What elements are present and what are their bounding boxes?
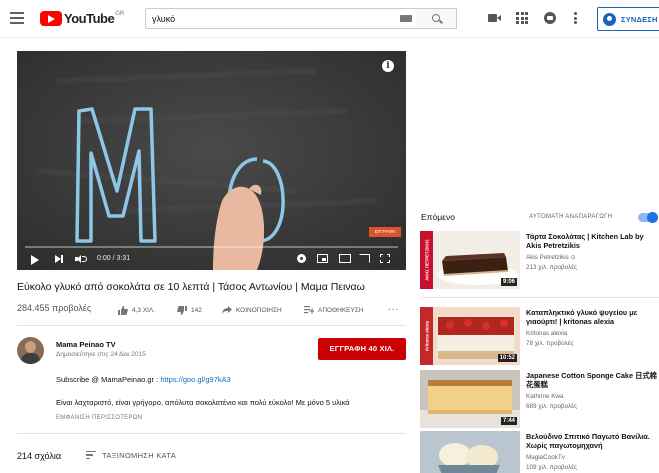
youtube-play-icon: [40, 10, 62, 26]
video-title: Βελούδινο Σπιτικό Παγωτό Βανίλια. Χωρίς …: [526, 432, 650, 450]
view-count: 78 χιλ. προβολές: [526, 340, 574, 347]
video-frame: [17, 51, 406, 270]
settings-gear-icon[interactable]: [297, 254, 306, 263]
video-thumbnail[interactable]: 7:44: [420, 370, 520, 428]
video-duration: 7:44: [500, 417, 517, 425]
video-duration: 10:52: [497, 354, 517, 362]
channel-name: Akis Petretzikis ⊙: [526, 254, 576, 261]
search-box: [145, 8, 457, 29]
account-icon: [603, 12, 616, 26]
video-player[interactable]: i ΕΓΓΡΑΦΗ 0:00 / 3:31: [17, 51, 406, 270]
recommended-video[interactable]: Βελούδινο Σπιτικό Παγωτό Βανίλια. Χωρίς …: [420, 431, 659, 473]
channel-name: MagiaCookTv: [526, 454, 565, 461]
share-label: ΚΟΙΝΟΠΟΙΗΣΗ: [236, 306, 282, 314]
show-more-button[interactable]: ΕΜΦΑΝΙΣΗ ΠΕΡΙΣΣΟΤΕΡΩΝ: [56, 415, 142, 421]
sort-icon: [86, 451, 96, 461]
apps-grid-icon[interactable]: [516, 12, 530, 24]
hamburger-menu-icon[interactable]: [10, 12, 24, 24]
cast-icon[interactable]: [359, 254, 370, 263]
more-actions-button[interactable]: ...: [388, 302, 399, 313]
search-input[interactable]: [146, 9, 416, 28]
view-count: 284.455 προβολές: [17, 303, 92, 313]
signin-button[interactable]: ΣΥΝΔΕΣΗ: [597, 7, 659, 31]
theater-mode-icon[interactable]: [339, 254, 351, 263]
top-bar: YouTube GR ΣΥΝΔΕΣΗ: [0, 0, 659, 38]
sort-label: ΤΑΞΙΝΟΜΗΣΗ ΚΑΤΑ: [102, 451, 177, 461]
save-button[interactable]: ΑΠΟΘΗΚΕΥΣΗ: [304, 306, 364, 314]
channel-avatar[interactable]: [17, 337, 44, 364]
thumbs-down-icon: [177, 306, 187, 315]
channel-name[interactable]: Mama Peinao TV: [56, 340, 116, 349]
video-thumbnail[interactable]: [420, 431, 520, 473]
video-title: Τάρτα Σοκολάτας | Kitchen Lab by Akis Pe…: [526, 232, 644, 250]
description-subscribe-text: Subscribe @ MamaPeinao.gr :: [56, 375, 161, 384]
vanilla-ice-cream-thumbnail: [420, 431, 520, 473]
subscribe-watermark[interactable]: ΕΓΓΡΑΦΗ: [369, 227, 401, 237]
player-controls: 0:00 / 3:31: [17, 250, 406, 270]
progress-bar[interactable]: [25, 246, 398, 248]
dislike-button[interactable]: 142: [177, 306, 202, 315]
comments-count: 214 σχόλια: [17, 451, 62, 461]
view-count: 109 χιλ. προβολές: [526, 464, 578, 471]
like-button[interactable]: 4,3 ΧΙΛ.: [118, 306, 155, 315]
dislike-count: 142: [191, 307, 202, 314]
channel-name: Kritonas alexia: [526, 330, 568, 337]
search-icon: [432, 14, 440, 22]
play-icon[interactable]: [31, 255, 39, 265]
video-thumbnail[interactable]: Kritonas alexia 10:52: [420, 307, 520, 365]
autoplay-toggle[interactable]: [638, 212, 658, 223]
signin-label: ΣΥΝΔΕΣΗ: [621, 14, 658, 24]
keyboard-icon[interactable]: [400, 15, 412, 22]
miniplayer-icon[interactable]: [317, 254, 328, 263]
video-title: Εύκολο γλυκό από σοκολάτα σε 10 λεπτά | …: [17, 281, 365, 293]
up-next-label: Επόμενο: [421, 212, 455, 222]
info-icon[interactable]: i: [382, 60, 394, 72]
description-link[interactable]: https://goo.gl/g97kA3: [160, 375, 230, 384]
divider: [17, 325, 406, 326]
description-line-1: Subscribe @ MamaPeinao.gr : https://goo.…: [56, 375, 231, 384]
recommended-video[interactable]: ΑΚΗΣ ΠΕΤΡΕΤΖΙΚΗΣ 9:06 Τάρτα Σοκολάτας | …: [420, 231, 659, 293]
search-button[interactable]: [416, 8, 457, 29]
description-line-2: Είναι λαχταριστό, είναι γρήγορο, απόλυτα…: [56, 398, 350, 407]
video-title: Japanese Cotton Sponge Cake 日式棉花蛋糕: [526, 371, 657, 389]
create-video-icon[interactable]: [488, 12, 502, 24]
video-thumbnail[interactable]: ΑΚΗΣ ΠΕΤΡΕΤΖΙΚΗΣ 9:06: [420, 231, 520, 289]
share-arrow-icon: [222, 306, 232, 314]
video-duration: 9:06: [500, 278, 517, 286]
autoplay-label: ΑΥΤΟΜΑΤΗ ΑΝΑΠΑΡΑΓΩΓΗ: [529, 214, 613, 220]
playlist-add-icon: [304, 306, 314, 314]
time-display: 0:00 / 3:31: [97, 255, 131, 262]
publish-date: Δημοσιεύτηκε στις 24 Δεκ 2015: [56, 351, 146, 358]
sort-comments-button[interactable]: ΤΑΞΙΝΟΜΗΣΗ ΚΑΤΑ: [86, 451, 176, 461]
view-count: 213 χιλ. προβολές: [526, 264, 578, 271]
view-count: 689 χιλ. προβολές: [526, 403, 578, 410]
thumb-tag: Kritonas alexia: [425, 320, 430, 350]
share-button[interactable]: ΚΟΙΝΟΠΟΙΗΣΗ: [222, 306, 282, 314]
like-count: 4,3 ΧΙΛ.: [132, 307, 156, 314]
thumbs-up-icon: [118, 306, 128, 315]
recommended-video[interactable]: 7:44 Japanese Cotton Sponge Cake 日式棉花蛋糕 …: [420, 370, 659, 432]
divider: [421, 297, 659, 298]
recommended-video[interactable]: Kritonas alexia 10:52 Καταπληκτικό γλυκό…: [420, 307, 659, 369]
fullscreen-icon[interactable]: [380, 254, 390, 263]
more-vert-icon[interactable]: [574, 12, 578, 24]
channel-name: Kathrine Kwa: [526, 393, 564, 400]
save-label: ΑΠΟΘΗΚΕΥΣΗ: [318, 306, 364, 314]
volume-icon[interactable]: [75, 255, 87, 265]
youtube-logo[interactable]: YouTube GR: [40, 10, 124, 26]
messages-icon[interactable]: [544, 12, 556, 24]
video-title: Καταπληκτικό γλυκό ψυγείου με γιαούρτι! …: [526, 308, 638, 326]
divider: [17, 433, 406, 434]
logo-text: YouTube: [64, 10, 115, 26]
subscribe-button[interactable]: ΕΓΓΡΑΦΗ 40 ΧΙΛ.: [318, 338, 406, 360]
logo-country-code: GR: [115, 11, 125, 17]
thumb-tag: ΑΚΗΣ ΠΕΤΡΕΤΖΙΚΗΣ: [425, 239, 430, 281]
